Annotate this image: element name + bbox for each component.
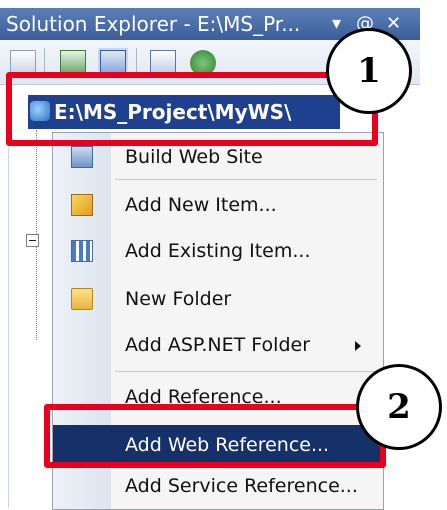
build-icon	[71, 146, 93, 168]
menu-item-add-service-reference[interactable]: Add Service Reference...	[53, 469, 383, 503]
callout-number-1: 1	[326, 28, 412, 114]
menu-item-label: Add New Item...	[125, 194, 277, 216]
new-folder-icon	[71, 288, 93, 310]
menu-item-add-new-item[interactable]: Add New Item...	[53, 185, 383, 225]
pin-icon[interactable]: ▾	[332, 8, 341, 40]
menu-item-label: Add Existing Item...	[125, 240, 311, 262]
menu-separator	[115, 179, 377, 180]
window-title: Solution Explorer - E:\MS_Pr...	[6, 12, 301, 36]
pane-border	[8, 130, 9, 508]
callout-box-2	[44, 404, 386, 468]
callout-number-2: 2	[356, 364, 442, 450]
callout-box-1	[6, 72, 378, 146]
menu-item-label: Add Service Reference...	[125, 475, 358, 497]
add-existing-item-icon	[71, 240, 93, 262]
menu-item-add-existing-item[interactable]: Add Existing Item...	[53, 231, 383, 271]
submenu-arrow-icon	[355, 341, 361, 351]
menu-item-new-folder[interactable]: New Folder	[53, 279, 383, 319]
add-new-item-icon	[71, 194, 93, 216]
menu-item-label: New Folder	[125, 288, 232, 310]
collapse-icon[interactable]: −	[26, 234, 39, 247]
menu-separator	[115, 371, 377, 372]
menu-item-label: Add ASP.NET Folder	[125, 334, 310, 356]
menu-item-add-aspnet-folder[interactable]: Add ASP.NET Folder	[53, 325, 383, 365]
